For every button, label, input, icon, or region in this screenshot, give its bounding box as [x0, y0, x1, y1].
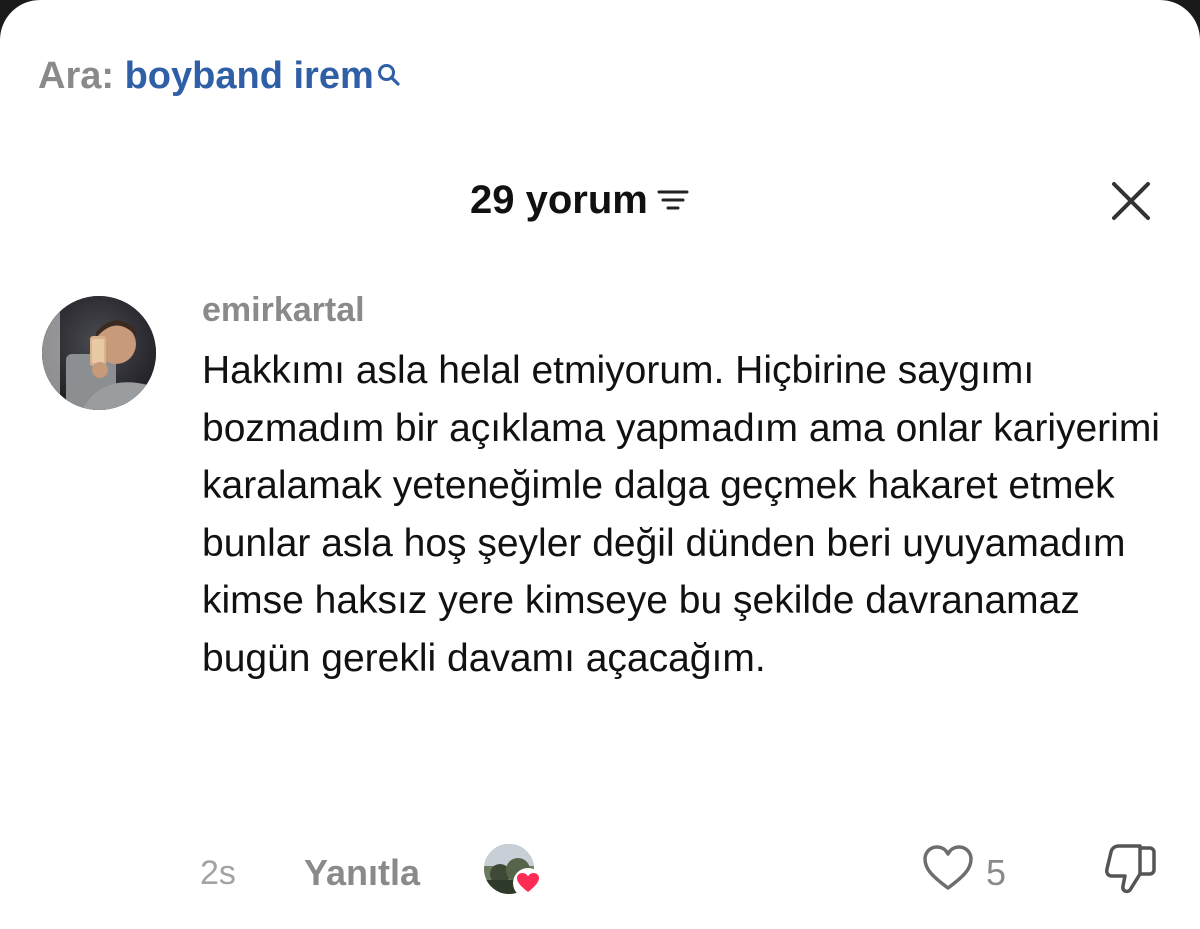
reply-button[interactable]: Yanıtla — [304, 852, 420, 894]
liked-by-creator-badge — [484, 844, 548, 904]
search-query[interactable]: boyband irem — [125, 55, 374, 97]
comment-time: 2s — [200, 854, 236, 892]
search-suggestion[interactable]: Ara: boyband irem — [38, 52, 402, 100]
comment-count: 29 yorum — [470, 177, 648, 222]
like-count: 5 — [986, 852, 1007, 893]
comment-count-sort[interactable]: 29 yorum — [470, 170, 690, 230]
dislike-button[interactable] — [1100, 840, 1160, 903]
like-button[interactable] — [920, 842, 976, 899]
search-prefix: Ara: — [38, 55, 115, 97]
filter-icon[interactable] — [656, 186, 690, 221]
comment-username[interactable]: emirkartal — [202, 290, 365, 330]
comments-sheet: Ara: boyband irem 29 yorum emirkartal Ha… — [0, 0, 1200, 929]
avatar[interactable] — [42, 296, 156, 410]
comment-actions: 2s Yanıtla 5 — [0, 836, 1200, 906]
search-icon[interactable] — [376, 52, 402, 100]
heart-outline-icon — [923, 845, 973, 890]
close-icon[interactable] — [1108, 178, 1154, 224]
thumbs-down-icon — [1105, 844, 1156, 894]
comments-header: 29 yorum — [0, 170, 1200, 230]
heart-icon — [512, 868, 544, 903]
comment-text: Hakkımı asla helal etmiyorum. Hiçbirine … — [202, 349, 1160, 680]
